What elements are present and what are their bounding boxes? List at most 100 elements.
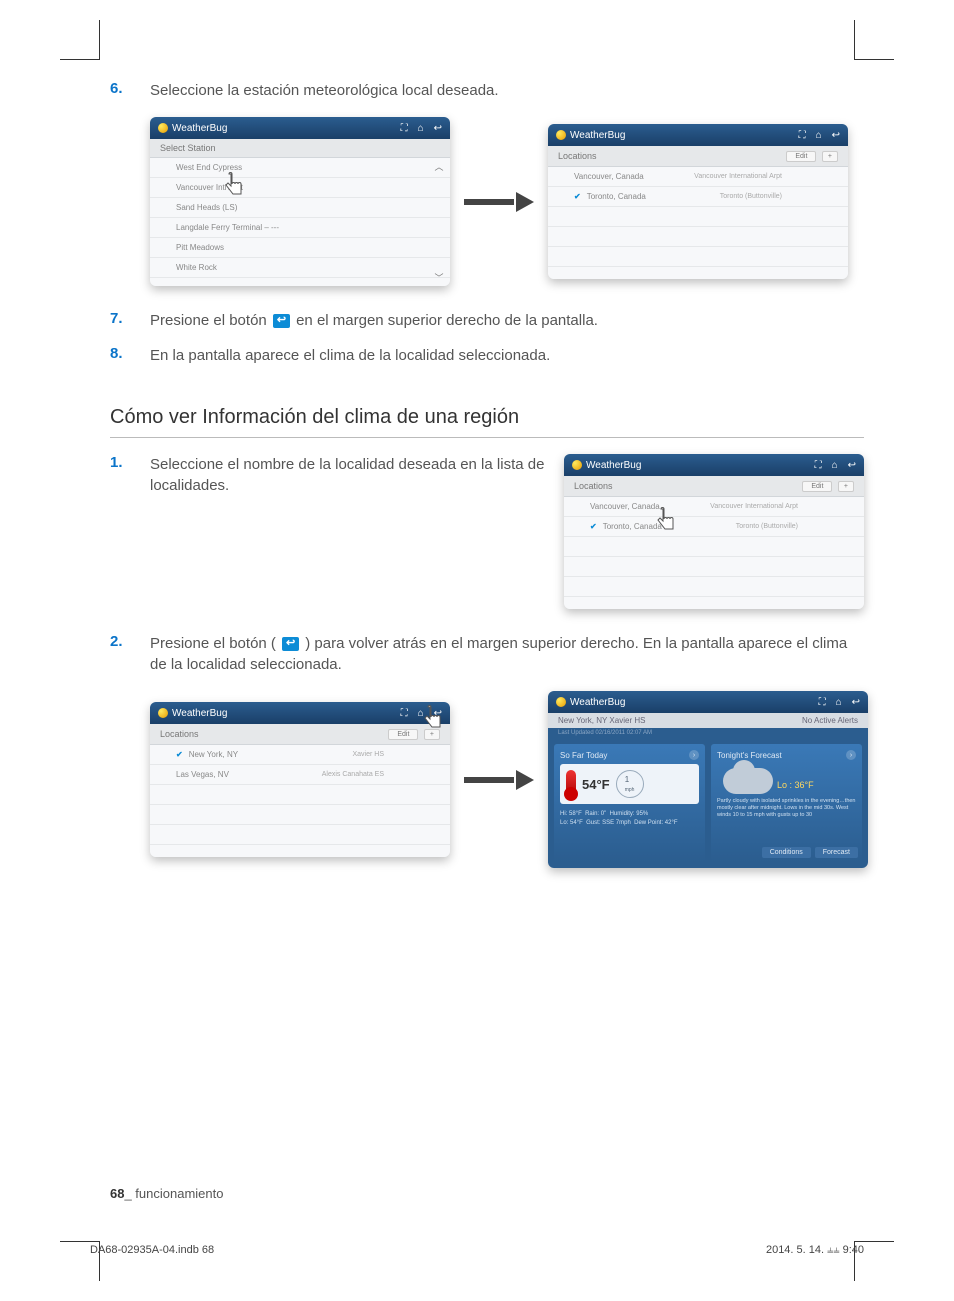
back-button-icon: ↩ bbox=[282, 637, 299, 651]
mock-subheader: Locations Edit + bbox=[548, 146, 848, 167]
city-label: Toronto, Canada bbox=[603, 522, 662, 531]
back-icon[interactable]: ↩ bbox=[832, 130, 840, 141]
location-item-empty bbox=[564, 557, 864, 577]
step-number: 1. bbox=[110, 454, 150, 496]
app-title: WeatherBug bbox=[586, 460, 641, 471]
step-number: 2. bbox=[110, 633, 150, 675]
location-item-empty bbox=[548, 207, 848, 227]
alerts-text: No Active Alerts bbox=[802, 716, 858, 725]
back-icon[interactable]: ↩ bbox=[434, 123, 442, 134]
location-list: ✔ New York, NY Xavier HS Las Vegas, NV A… bbox=[150, 745, 450, 857]
step-b-1: 1. Seleccione el nombre de la localidad … bbox=[110, 454, 564, 496]
back-icon[interactable]: ↩ bbox=[852, 697, 860, 708]
location-list: Vancouver, Canada Vancouver Internationa… bbox=[548, 167, 848, 279]
arrow-right-icon bbox=[464, 770, 534, 790]
mock-header: WeatherBug ⛶ ⌂ ↩ bbox=[548, 691, 868, 713]
temp-value: 54°F bbox=[582, 777, 610, 792]
home-icon[interactable]: ⌂ bbox=[418, 123, 424, 134]
expand-icon[interactable]: ⛶ bbox=[819, 697, 826, 708]
edit-button[interactable]: Edit bbox=[388, 729, 418, 740]
crop-mark-tl bbox=[60, 20, 100, 60]
forecast-lo: Lo : 36°F bbox=[777, 780, 856, 790]
station-item[interactable]: Pitt Meadows bbox=[150, 238, 450, 258]
location-name: New York, NY Xavier HS bbox=[558, 716, 645, 725]
station-item[interactable]: Langdale Ferry Terminal – --- bbox=[150, 218, 450, 238]
mock-header: WeatherBug ⛶ ⌂ ↩ bbox=[564, 454, 864, 476]
expand-icon[interactable]: ⛶ bbox=[799, 130, 806, 141]
step-text: Presione el botón ↩ en el margen superio… bbox=[150, 310, 864, 331]
station-label: Alexis Canahata ES bbox=[322, 771, 384, 778]
station-label: Toronto (Buttonville) bbox=[720, 193, 782, 200]
station-label: Xavier HS bbox=[352, 751, 384, 758]
location-item[interactable]: Vancouver, Canada Vancouver Internationa… bbox=[564, 497, 864, 517]
cursor-hand-icon bbox=[222, 172, 246, 202]
step-1-container: 1. Seleccione el nombre de la localidad … bbox=[110, 454, 864, 609]
add-button[interactable]: + bbox=[838, 481, 854, 492]
station-item[interactable]: Sand Heads (LS) bbox=[150, 198, 450, 218]
add-button[interactable]: + bbox=[822, 151, 838, 162]
thermometer-icon bbox=[566, 770, 576, 798]
home-icon[interactable]: ⌂ bbox=[836, 697, 842, 708]
city-label: New York, NY bbox=[189, 750, 238, 759]
edit-button[interactable]: Edit bbox=[786, 151, 816, 162]
scroll-up-icon[interactable]: ︿ bbox=[432, 160, 446, 173]
more-icon[interactable]: › bbox=[846, 750, 856, 760]
subheader-title: Select Station bbox=[160, 143, 216, 153]
page-number: 68 bbox=[110, 1186, 124, 1201]
meta-date: 2014. 5. 14. ⫨⫨ 9:40 bbox=[766, 1244, 864, 1257]
station-label: Vancouver International Arpt bbox=[694, 173, 782, 180]
location-item[interactable]: Las Vegas, NV Alexis Canahata ES bbox=[150, 765, 450, 785]
location-item[interactable]: ✔ Toronto, Canada Toronto (Buttonville) bbox=[548, 187, 848, 207]
station-label: Vancouver International Arpt bbox=[710, 503, 798, 510]
step-text: En la pantalla aparece el clima de la lo… bbox=[150, 345, 864, 366]
step-number: 8. bbox=[110, 345, 150, 366]
location-list: Vancouver, Canada Vancouver Internationa… bbox=[564, 497, 864, 609]
home-icon[interactable]: ⌂ bbox=[816, 130, 822, 141]
mock-header: WeatherBug ⛶ ⌂ ↩ bbox=[150, 702, 450, 724]
expand-icon[interactable]: ⛶ bbox=[815, 460, 822, 471]
panel-title: So Far Today bbox=[560, 751, 607, 760]
alerts-bar: New York, NY Xavier HS No Active Alerts bbox=[548, 713, 868, 728]
page-content: 6. Seleccione la estación meteorológica … bbox=[0, 0, 954, 868]
back-icon[interactable]: ↩ bbox=[848, 460, 856, 471]
expand-icon[interactable]: ⛶ bbox=[401, 708, 408, 719]
weatherbug-logo-icon bbox=[572, 460, 582, 470]
home-icon[interactable]: ⌂ bbox=[832, 460, 838, 471]
subheader-title: Locations bbox=[160, 729, 199, 739]
screenshot-row-2: WeatherBug ⛶ ⌂ ↩ Locations Edit + ✔ New … bbox=[150, 691, 864, 868]
mock-locations-1: WeatherBug ⛶ ⌂ ↩ Locations Edit + Vancou… bbox=[548, 124, 848, 279]
subheader-title: Locations bbox=[574, 481, 613, 491]
city-label: Toronto, Canada bbox=[587, 192, 646, 201]
screenshot-row-1: WeatherBug ⛶ ⌂ ↩ Select Station ︿ West E… bbox=[150, 117, 864, 286]
step-text: Presione el botón ( ↩ ) para volver atrá… bbox=[150, 633, 864, 675]
step-7: 7. Presione el botón ↩ en el margen supe… bbox=[110, 310, 864, 331]
forecast-button[interactable]: Forecast bbox=[815, 847, 858, 858]
page-section-label: _ funcionamiento bbox=[124, 1186, 223, 1201]
mock-subheader: Locations Edit + bbox=[150, 724, 450, 745]
mock-header: WeatherBug ⛶ ⌂ ↩ bbox=[548, 124, 848, 146]
station-item[interactable]: Vancouver Intl Arpt bbox=[150, 178, 450, 198]
more-icon[interactable]: › bbox=[689, 750, 699, 760]
step-6: 6. Seleccione la estación meteorológica … bbox=[110, 80, 864, 101]
city-label: Vancouver, Canada bbox=[574, 172, 644, 181]
location-item[interactable]: Vancouver, Canada Vancouver Internationa… bbox=[548, 167, 848, 187]
cloud-icon bbox=[723, 768, 773, 794]
conditions-button[interactable]: Conditions bbox=[762, 847, 811, 858]
check-icon: ✔ bbox=[574, 192, 581, 201]
station-item[interactable]: White Rock bbox=[150, 258, 450, 278]
scroll-down-icon[interactable]: ﹀ bbox=[432, 271, 446, 284]
station-item[interactable]: West End Cypress bbox=[150, 158, 450, 178]
mock-weather-detail: WeatherBug ⛶ ⌂ ↩ New York, NY Xavier HS … bbox=[548, 691, 868, 868]
crop-mark-tr bbox=[854, 20, 894, 60]
expand-icon[interactable]: ⛶ bbox=[401, 123, 408, 134]
location-item-empty bbox=[150, 825, 450, 845]
app-title: WeatherBug bbox=[172, 123, 227, 134]
station-list: ︿ West End Cypress Vancouver Intl Arpt S… bbox=[150, 158, 450, 286]
location-item[interactable]: ✔ New York, NY Xavier HS bbox=[150, 745, 450, 765]
edit-button[interactable]: Edit bbox=[802, 481, 832, 492]
mock-select-station: WeatherBug ⛶ ⌂ ↩ Select Station ︿ West E… bbox=[150, 117, 450, 286]
location-item-empty bbox=[564, 537, 864, 557]
weather-stats: Hi: 58°F Rain: 0" Humidity: 95% Lo: 54°F… bbox=[560, 810, 699, 828]
location-item[interactable]: ✔ Toronto, Canada Toronto (Buttonville) bbox=[564, 517, 864, 537]
step-8: 8. En la pantalla aparece el clima de la… bbox=[110, 345, 864, 366]
